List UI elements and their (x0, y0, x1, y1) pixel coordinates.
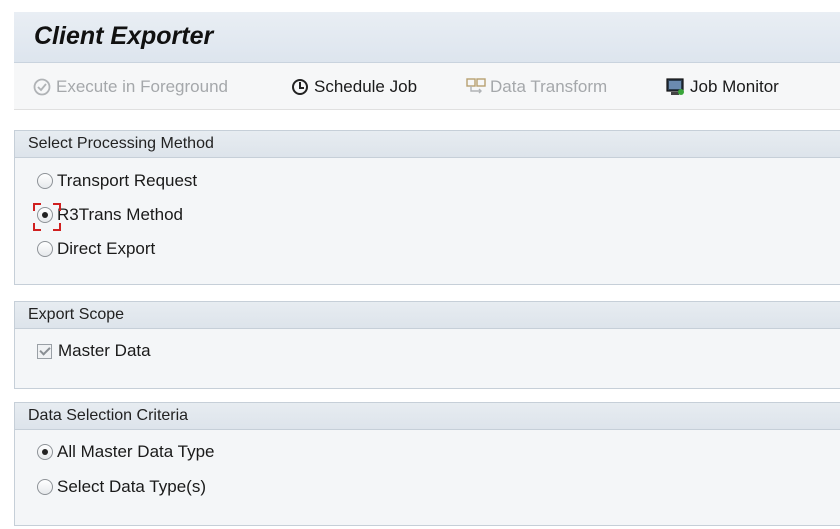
page-title: Client Exporter (34, 22, 214, 50)
monitor-icon (666, 77, 686, 97)
job-monitor-button[interactable]: Job Monitor (666, 75, 779, 99)
toolbar: Execute in Foreground Schedule Job Data … (14, 63, 840, 110)
direct-export-label: Direct Export (57, 239, 156, 258)
master-data-label: Master Data (58, 341, 151, 360)
select-data-types-radio[interactable] (37, 479, 53, 495)
data-transform-button[interactable]: Data Transform (466, 75, 607, 99)
schedule-job-label: Schedule Job (314, 77, 418, 96)
execute-label: Execute in Foreground (56, 77, 228, 96)
transport-request-label: Transport Request (57, 171, 198, 190)
all-master-data-type-label: All Master Data Type (57, 442, 215, 461)
execute-in-foreground-button[interactable]: Execute in Foreground (32, 75, 228, 99)
select-data-types-label: Select Data Type(s) (57, 477, 206, 496)
transport-request-radio[interactable] (37, 173, 53, 189)
direct-export-radio[interactable] (37, 241, 53, 257)
export-scope-group: Export Scope Master Data (14, 301, 840, 389)
transport-request-option[interactable]: Transport Request (37, 169, 197, 193)
data-selection-criteria-title: Data Selection Criteria (15, 403, 840, 430)
r3trans-method-radio[interactable] (33, 203, 61, 231)
data-transform-icon (466, 77, 486, 97)
title-bar: Client Exporter (14, 12, 840, 63)
data-selection-criteria-group: Data Selection Criteria All Master Data … (14, 402, 840, 526)
master-data-checkbox[interactable] (37, 343, 52, 359)
processing-method-title: Select Processing Method (15, 131, 840, 158)
direct-export-option[interactable]: Direct Export (37, 237, 155, 261)
all-master-data-type-radio[interactable] (37, 444, 53, 460)
processing-method-group: Select Processing Method Transport Reque… (14, 130, 840, 285)
client-exporter-window: Client Exporter Execute in Foreground Sc… (14, 0, 840, 529)
all-master-data-type-option[interactable]: All Master Data Type (37, 440, 214, 464)
r3trans-method-option[interactable]: R3Trans Method (33, 203, 183, 231)
data-transform-label: Data Transform (490, 77, 608, 96)
job-monitor-label: Job Monitor (690, 77, 779, 96)
r3trans-method-label: R3Trans Method (57, 205, 183, 224)
export-scope-title: Export Scope (15, 302, 840, 329)
master-data-option[interactable]: Master Data (37, 339, 151, 363)
select-data-types-option[interactable]: Select Data Type(s) (37, 475, 206, 499)
execute-icon (32, 77, 52, 97)
schedule-job-button[interactable]: Schedule Job (290, 75, 417, 99)
clock-icon (290, 77, 310, 97)
